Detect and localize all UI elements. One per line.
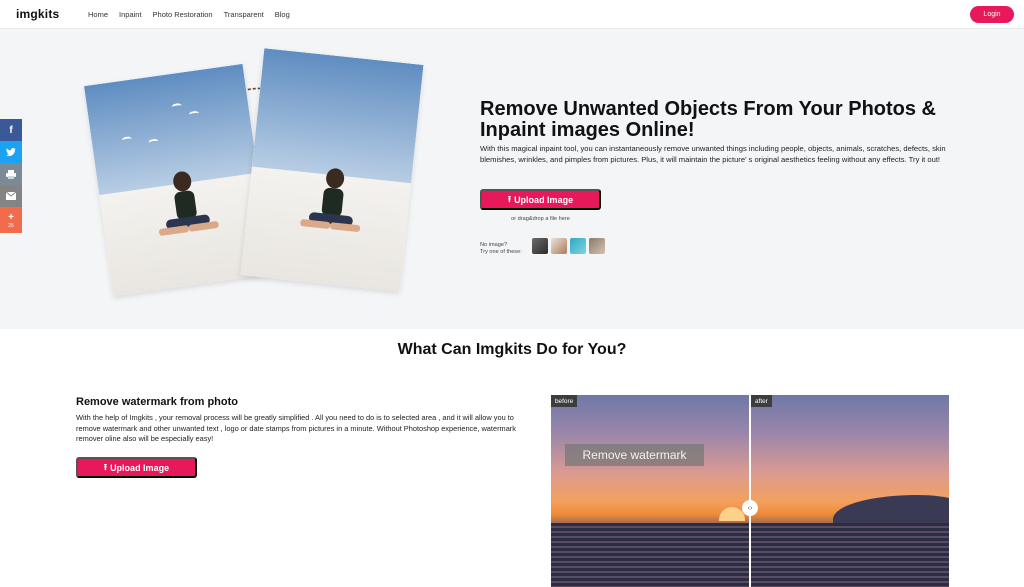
after-sample-photo: [240, 48, 424, 292]
main-nav: Home Inpaint Photo Restoration Transpare…: [88, 10, 290, 19]
twitter-icon[interactable]: [0, 141, 22, 163]
watermark-overlay: Remove watermark: [565, 444, 704, 466]
after-label: after: [751, 395, 772, 407]
feature-title: Remove watermark from photo: [76, 396, 238, 408]
share-bar: f + 25: [0, 119, 22, 233]
woman-figure: [159, 171, 219, 236]
drag-drop-hint: or drag&drop a file here: [511, 216, 570, 222]
nav-inpaint[interactable]: Inpaint: [119, 10, 142, 19]
share-count: 25: [8, 222, 14, 229]
before-label: before: [551, 395, 578, 407]
login-button[interactable]: Login: [970, 6, 1014, 23]
top-header: imgkits Home Inpaint Photo Restoration T…: [0, 0, 1024, 29]
upload-label: Upload Image: [514, 194, 574, 205]
upload-icon: ⭱: [103, 461, 108, 472]
nav-transparent[interactable]: Transparent: [224, 10, 264, 19]
section-title: What Can Imgkits Do for You?: [397, 341, 627, 358]
hero-description: With this magical inpaint tool, you can …: [480, 144, 946, 164]
sample-thumb-3[interactable]: [570, 238, 586, 254]
feature-description: With the help of Imgkits , your removal …: [76, 413, 516, 443]
nav-home[interactable]: Home: [88, 10, 108, 19]
comparison-handle-icon[interactable]: ‹›: [742, 500, 758, 516]
hero-upload-button[interactable]: ⭱ Upload Image: [480, 189, 601, 210]
site-logo[interactable]: imgkits: [16, 7, 59, 21]
before-after-comparison: Remove watermark before after ‹›: [551, 395, 949, 587]
hero-title: Remove Unwanted Objects From Your Photos…: [480, 98, 936, 141]
email-icon[interactable]: [0, 185, 22, 207]
print-icon[interactable]: [0, 163, 22, 185]
woman-figure: [300, 168, 361, 232]
feature-upload-button[interactable]: ⭱ Upload Image: [76, 457, 197, 478]
nav-blog[interactable]: Blog: [275, 10, 290, 19]
facebook-icon[interactable]: f: [0, 119, 22, 141]
comparison-divider[interactable]: [749, 395, 751, 587]
sample-thumb-1[interactable]: [532, 238, 548, 254]
sample-images-label: No image? Try one of these:: [480, 242, 522, 255]
more-share-button[interactable]: + 25: [0, 207, 22, 233]
sample-thumb-4[interactable]: [589, 238, 605, 254]
upload-label: Upload Image: [110, 462, 170, 473]
plus-icon: +: [8, 211, 14, 223]
sample-thumb-2[interactable]: [551, 238, 567, 254]
upload-icon: ⭱: [507, 193, 512, 204]
nav-photo-restoration[interactable]: Photo Restoration: [153, 10, 213, 19]
